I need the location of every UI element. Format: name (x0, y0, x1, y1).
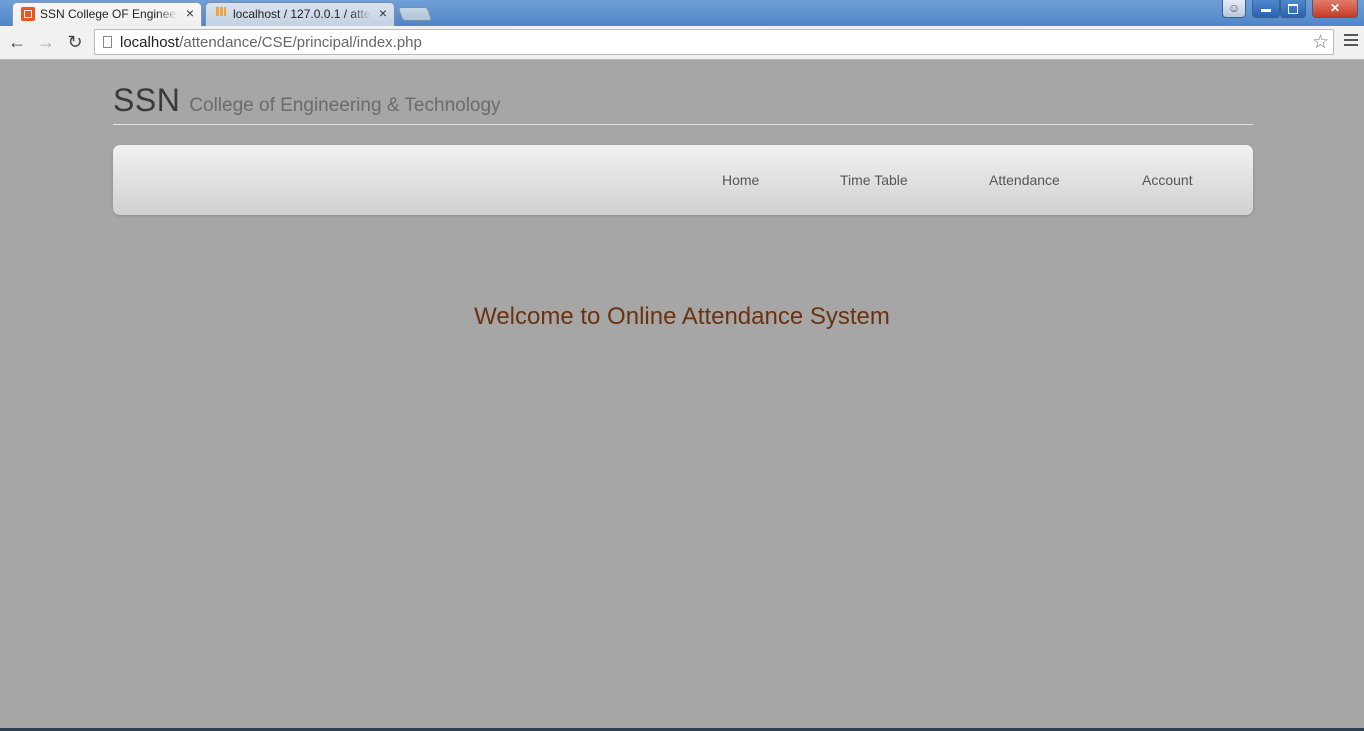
url-text[interactable]: localhost/attendance/CSE/principal/index… (120, 34, 422, 51)
phpmyadmin-icon (214, 7, 228, 21)
header-divider (113, 124, 1253, 125)
brand-main: SSN (113, 82, 181, 118)
back-arrow-icon[interactable]: ← (6, 32, 28, 52)
page-content: SSN College of Engineering & Technology H… (0, 60, 1364, 728)
page-icon (103, 36, 112, 48)
browser-menu-icon[interactable] (1344, 34, 1358, 48)
url-path: /attendance/CSE/principal/index.php (179, 34, 422, 51)
new-tab-button[interactable] (397, 7, 433, 21)
forward-arrow-icon[interactable]: → (35, 32, 57, 52)
browser-toolbar: ← → ↻ localhost/attendance/CSE/principal… (0, 26, 1364, 60)
bookmark-star-icon[interactable]: ☆ (1312, 31, 1329, 54)
xampp-icon (21, 7, 35, 21)
tab-ssn-college[interactable]: SSN College OF Engineering × (12, 2, 202, 26)
brand-subtitle: College of Engineering & Technology (189, 95, 501, 116)
minimize-button[interactable] (1252, 0, 1280, 18)
reload-icon[interactable]: ↻ (64, 32, 86, 52)
welcome-heading: Welcome to Online Attendance System (474, 303, 890, 330)
profile-icon[interactable]: ☺ (1222, 0, 1246, 18)
maximize-button[interactable] (1280, 0, 1306, 18)
address-bar[interactable]: localhost/attendance/CSE/principal/index… (94, 29, 1334, 55)
close-tab-icon[interactable]: × (186, 5, 194, 21)
nav-time-table[interactable]: Time Table (840, 172, 908, 188)
nav-attendance[interactable]: Attendance (989, 172, 1060, 188)
nav-home[interactable]: Home (722, 172, 759, 188)
tab-title: SSN College OF Engineering (40, 7, 178, 21)
browser-title-bar: SSN College OF Engineering × localhost /… (0, 0, 1364, 26)
url-host: localhost (120, 34, 180, 51)
tab-phpmyadmin[interactable]: localhost / 127.0.0.1 / attendance × (205, 2, 395, 26)
tab-title: localhost / 127.0.0.1 / attendance (233, 7, 371, 21)
close-window-button[interactable]: ✕ (1312, 0, 1358, 18)
nav-account[interactable]: Account (1142, 172, 1193, 188)
site-brand: SSN College of Engineering & Technology (113, 82, 501, 119)
close-tab-icon[interactable]: × (379, 5, 387, 21)
main-navbar: Home Time Table Attendance Account (113, 145, 1253, 215)
